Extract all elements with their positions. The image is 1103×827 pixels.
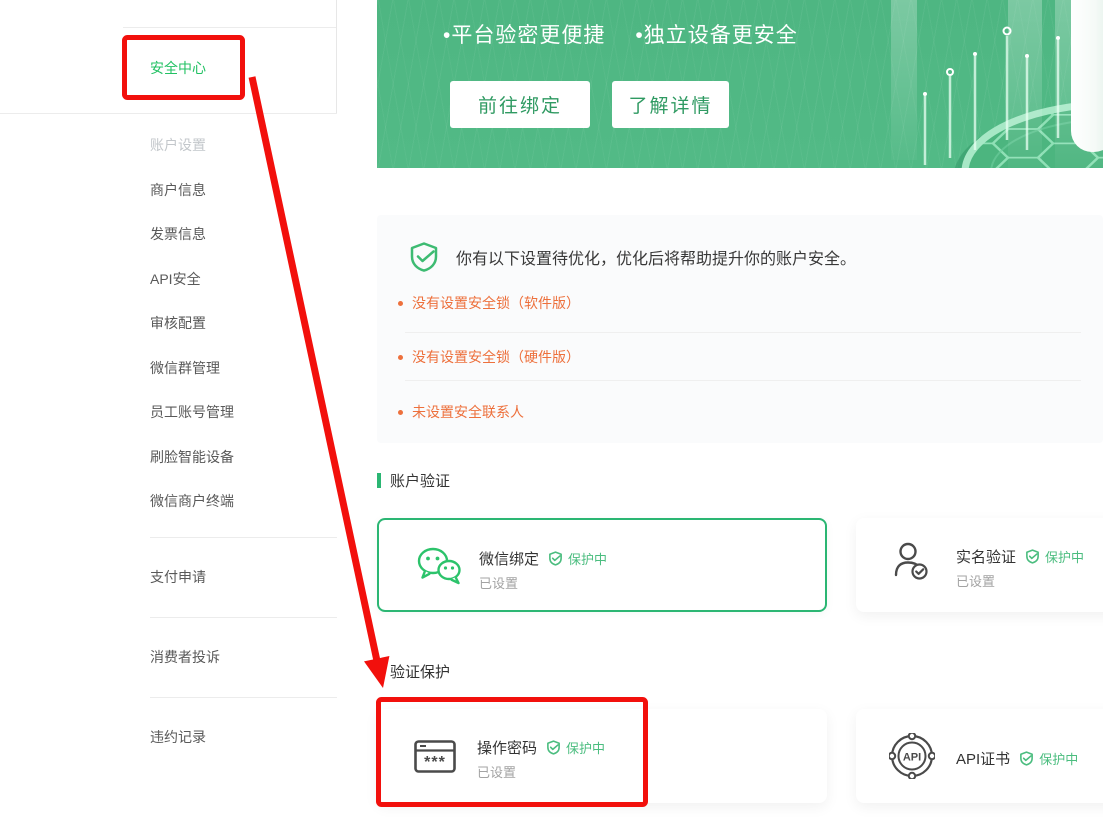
divider xyxy=(0,113,337,114)
divider xyxy=(405,332,1081,333)
person-check-icon xyxy=(893,541,929,581)
api-icon-label: API xyxy=(903,752,921,764)
status-label: 保护中 xyxy=(1039,749,1078,768)
notice-item-safelock-software[interactable]: 没有设置安全锁（软件版） xyxy=(398,293,580,313)
sidebar-item-security-center[interactable]: 安全中心 xyxy=(150,61,206,75)
notice-item-safe-contact[interactable]: 未设置安全联系人 xyxy=(398,402,524,422)
sidebar-item-wechat-group[interactable]: 微信群管理 xyxy=(150,361,220,375)
go-bind-button[interactable]: 前往绑定 xyxy=(450,81,590,128)
sidebar-item-account-settings[interactable]: 账户设置 xyxy=(150,138,206,152)
bullet-dot xyxy=(398,301,403,306)
banner-illustration xyxy=(803,0,1103,168)
section-header-account-verification: 账户验证 xyxy=(377,470,450,491)
bullet-dot xyxy=(398,355,403,360)
promo-banner: •平台验密更便捷 •独立设备更安全 前往绑定 了解详情 xyxy=(377,0,1103,168)
divider xyxy=(123,27,337,28)
notice-item-label: 没有设置安全锁（软件版） xyxy=(412,293,580,313)
section-accent-bar xyxy=(377,664,381,679)
sidebar-border xyxy=(336,0,337,113)
notice-item-label: 没有设置安全锁（硬件版） xyxy=(412,347,580,367)
wechat-bubbles-icon xyxy=(416,546,462,586)
sidebar-item-staff-account[interactable]: 员工账号管理 xyxy=(150,405,234,419)
card-subtitle: 已设置 xyxy=(477,762,516,781)
password-mask: *** xyxy=(424,754,446,771)
divider xyxy=(150,617,337,618)
banner-point: •独立设备更安全 xyxy=(635,19,797,49)
shield-check-icon xyxy=(546,740,561,755)
divider xyxy=(150,537,337,538)
sidebar-item-face-device[interactable]: 刷脸智能设备 xyxy=(150,450,234,464)
security-center-page: 安全中心 账户设置 商户信息 发票信息 API安全 审核配置 微信群管理 员工账… xyxy=(0,0,1103,827)
status-label: 保护中 xyxy=(566,738,605,757)
learn-more-button[interactable]: 了解详情 xyxy=(612,81,729,128)
password-window-icon: *** xyxy=(414,740,456,773)
card-real-name[interactable]: 实名验证 保护中 已设置 xyxy=(856,518,1103,612)
security-notice-panel: 你有以下设置待优化，优化后将帮助提升你的账户安全。 没有设置安全锁（软件版） 没… xyxy=(377,215,1103,443)
status-label: 保护中 xyxy=(1045,547,1084,566)
sidebar-item-payment-apply[interactable]: 支付申请 xyxy=(150,570,206,584)
protection-status: 保护中 xyxy=(1019,749,1078,768)
section-title: 账户验证 xyxy=(390,470,450,491)
card-title: 微信绑定 xyxy=(479,548,539,569)
notice-item-safelock-hardware[interactable]: 没有设置安全锁（硬件版） xyxy=(398,347,580,367)
shield-check-icon xyxy=(408,241,440,273)
card-operation-password[interactable]: *** 操作密码 保护中 已设置 xyxy=(377,709,827,803)
sidebar-item-consumer-complaint[interactable]: 消费者投诉 xyxy=(150,650,220,664)
sidebar-item-merchant-info[interactable]: 商户信息 xyxy=(150,183,206,197)
sidebar-item-violation-record[interactable]: 违约记录 xyxy=(150,730,206,744)
card-subtitle: 已设置 xyxy=(956,571,995,590)
card-title: 实名验证 xyxy=(956,546,1016,567)
card-title: API证书 xyxy=(956,748,1010,769)
banner-point: •平台验密更便捷 xyxy=(443,19,605,49)
shield-check-icon xyxy=(548,551,563,566)
divider xyxy=(150,697,337,698)
card-wechat-bind[interactable]: 微信绑定 保护中 已设置 xyxy=(377,518,827,612)
sidebar-item-audit-config[interactable]: 审核配置 xyxy=(150,316,206,330)
api-seal-icon: API xyxy=(889,733,935,779)
protection-status: 保护中 xyxy=(548,549,607,568)
section-header-verification-protection: 验证保护 xyxy=(377,661,450,682)
section-accent-bar xyxy=(377,473,381,488)
sidebar-item-merchant-terminal[interactable]: 微信商户终端 xyxy=(150,494,234,508)
divider xyxy=(405,380,1081,381)
banner-selling-points: •平台验密更便捷 •独立设备更安全 xyxy=(443,19,798,49)
protection-status: 保护中 xyxy=(1025,547,1084,566)
bullet-dot xyxy=(398,410,403,415)
notice-title: 你有以下设置待优化，优化后将帮助提升你的账户安全。 xyxy=(456,245,856,269)
protection-status: 保护中 xyxy=(546,738,605,757)
section-title: 验证保护 xyxy=(390,661,450,682)
sidebar-item-invoice-info[interactable]: 发票信息 xyxy=(150,227,206,241)
shield-check-icon xyxy=(1019,751,1034,766)
status-label: 保护中 xyxy=(568,549,607,568)
card-api-certificate[interactable]: API API证书 保护中 xyxy=(856,709,1103,803)
sidebar: 安全中心 账户设置 商户信息 发票信息 API安全 审核配置 微信群管理 员工账… xyxy=(0,0,337,827)
notice-item-label: 未设置安全联系人 xyxy=(412,402,524,422)
sidebar-item-api-security[interactable]: API安全 xyxy=(150,272,201,286)
card-title: 操作密码 xyxy=(477,737,537,758)
card-subtitle: 已设置 xyxy=(479,573,518,592)
shield-check-icon xyxy=(1025,549,1040,564)
